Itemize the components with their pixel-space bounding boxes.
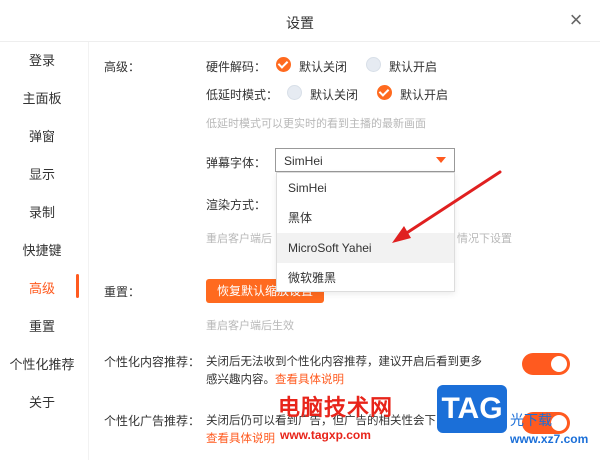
hw-decode-off-radio[interactable] (276, 57, 291, 72)
personal-content-desc: 关闭后无法收到个性化内容推荐，建议开启后看到更多 (206, 356, 482, 368)
personal-content-desc-2: 感兴趣内容。查看具体说明 (206, 371, 344, 387)
low-latency-off-radio[interactable] (287, 85, 302, 100)
title-bar: 设置 × (0, 0, 600, 42)
low-latency-on-label[interactable]: 默认开启 (400, 86, 448, 103)
personal-ads-link[interactable]: 查看具体说明 (206, 430, 275, 446)
danmaku-font-select[interactable]: SimHei (275, 148, 455, 172)
sidebar-item-popup[interactable]: 弹窗 (0, 118, 84, 156)
window-title: 设置 (286, 15, 314, 31)
watermark-site: www.xz7.com (510, 432, 589, 446)
low-latency-off-label[interactable]: 默认关闭 (310, 86, 358, 103)
font-option-microsoft-yahei[interactable]: MicroSoft Yahei (277, 233, 454, 263)
sidebar-item-about[interactable]: 关于 (0, 384, 84, 422)
section-label-reset: 重置： (104, 285, 141, 299)
close-icon[interactable]: × (566, 9, 586, 31)
reset-hint: 重启客户端后生效 (206, 320, 294, 332)
sidebar-item-reset[interactable]: 重置 (0, 308, 84, 346)
sidebar-item-main-panel[interactable]: 主面板 (0, 80, 84, 118)
watermark-url: www.tagxp.com (280, 428, 371, 442)
hw-decode-on-label[interactable]: 默认开启 (389, 58, 437, 75)
font-option-weiruan-yahei[interactable]: 微软雅黑 (277, 263, 454, 293)
personal-content-desc-line2: 感兴趣内容。 (206, 374, 275, 386)
render-hint-right: 情况下设置 (457, 233, 512, 245)
section-label-advanced: 高级： (104, 60, 141, 74)
watermark-logo: TAG (437, 385, 507, 433)
font-option-heiti[interactable]: 黑体 (277, 203, 454, 233)
hw-decode-off-label[interactable]: 默认关闭 (299, 58, 347, 75)
watermark-light-text: 光下载 (510, 412, 552, 428)
sidebar-item-personalization[interactable]: 个性化推荐 (0, 346, 84, 384)
sidebar-item-shortcuts[interactable]: 快捷键 (0, 232, 84, 270)
low-latency-label: 低延时模式： (206, 88, 279, 102)
render-hint-left: 重启客户端后 (206, 233, 272, 245)
personal-content-link[interactable]: 查看具体说明 (275, 374, 344, 386)
active-indicator (76, 274, 79, 298)
hw-decode-label: 硬件解码： (206, 60, 267, 74)
personal-ads-label: 个性化广告推荐： (104, 414, 201, 428)
watermark-text: 电脑技术网 (278, 395, 394, 420)
sidebar-item-login[interactable]: 登录 (0, 42, 84, 80)
danmaku-font-value: SimHei (284, 154, 323, 168)
sidebar-item-record[interactable]: 录制 (0, 194, 84, 232)
hw-decode-on-radio[interactable] (366, 57, 381, 72)
low-latency-hint: 低延时模式可以更实时的看到主播的最新画面 (206, 118, 426, 130)
danmaku-font-dropdown: SimHei 黑体 MicroSoft Yahei 微软雅黑 (276, 172, 455, 292)
sidebar-item-display[interactable]: 显示 (0, 156, 84, 194)
personal-content-label: 个性化内容推荐： (104, 355, 201, 369)
danmaku-font-label: 弹幕字体： (206, 156, 267, 170)
personal-content-toggle[interactable] (522, 353, 570, 375)
sidebar-item-advanced[interactable]: 高级 (0, 270, 84, 308)
sidebar: 登录 主面板 弹窗 显示 录制 快捷键 高级 重置 个性化推荐 关于 (0, 42, 84, 460)
low-latency-on-radio[interactable] (377, 85, 392, 100)
divider (88, 42, 89, 460)
render-mode-label: 渲染方式： (206, 198, 267, 212)
chevron-down-icon[interactable] (436, 157, 446, 163)
font-option-simhei[interactable]: SimHei (277, 173, 454, 203)
